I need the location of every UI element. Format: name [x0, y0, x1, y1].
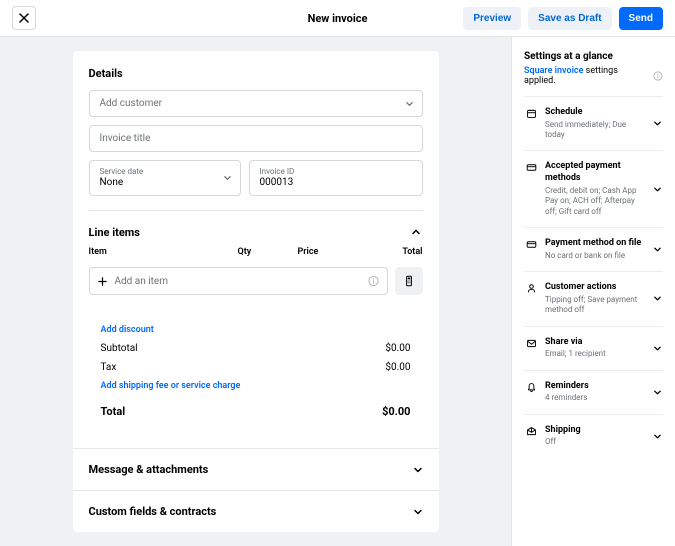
info-icon[interactable] [653, 71, 663, 81]
reminders-icon [524, 381, 538, 404]
invoice-id-field[interactable]: Invoice ID 000013 [249, 160, 423, 196]
glance-item-shipping[interactable]: ShippingOff [524, 414, 663, 458]
glance-desc: Tipping off; Save payment method off [545, 295, 644, 316]
custom-fields-section[interactable]: Custom fields & contracts [73, 490, 439, 532]
invoice-id-value: 000013 [260, 177, 294, 189]
invoice-card: Details Add customer Invoice title [73, 51, 439, 532]
details-section: Details Add customer Invoice title [73, 67, 439, 196]
glance-desc: Email; 1 recipient [545, 349, 644, 359]
plus-icon [98, 277, 107, 286]
service-date-field[interactable]: Service date None [89, 160, 241, 196]
customer-actions-icon [524, 282, 538, 315]
add-item-field[interactable]: Add an item [89, 267, 388, 295]
glance-item-share-via[interactable]: Share viaEmail; 1 recipient [524, 326, 663, 370]
line-items-section: Line items Item Qty Price Total Add an i… [73, 225, 439, 295]
details-title: Details [89, 67, 423, 80]
glance-label: Reminders [545, 381, 644, 393]
glance-item-schedule[interactable]: ScheduleSend immediately; Due today [524, 96, 663, 150]
settings-glance-panel: Settings at a glance Square invoice sett… [511, 37, 675, 546]
chevron-down-icon [651, 282, 663, 315]
glance-label: Customer actions [545, 282, 644, 294]
glance-item-payment-on-file[interactable]: Payment method on fileNo card or bank on… [524, 227, 663, 271]
share-via-icon [524, 337, 538, 360]
col-item: Item [89, 247, 238, 257]
save-draft-button[interactable]: Save as Draft [528, 7, 611, 30]
chevron-down-icon [651, 337, 663, 360]
chevron-down-icon [651, 425, 663, 448]
tax-value: $0.00 [385, 362, 410, 373]
chevron-down-icon [651, 238, 663, 261]
custom-fields-label: Custom fields & contracts [89, 505, 217, 518]
message-attachments-section[interactable]: Message & attachments [73, 448, 439, 490]
glance-desc: Off [545, 437, 644, 447]
chevron-down-icon [413, 465, 423, 475]
total-label: Total [101, 405, 126, 418]
invoice-title-field[interactable]: Invoice title [89, 125, 423, 152]
schedule-icon [524, 107, 538, 140]
add-shipping-link[interactable]: Add shipping fee or service charge [101, 381, 411, 391]
message-attachments-label: Message & attachments [89, 463, 209, 476]
glance-item-payment-methods[interactable]: Accepted payment methodsCredit, debit on… [524, 150, 663, 227]
payment-methods-icon [524, 161, 538, 217]
add-customer-placeholder: Add customer [100, 98, 163, 109]
preview-button[interactable]: Preview [463, 7, 521, 30]
divider [89, 210, 423, 211]
chevron-up-icon[interactable] [409, 225, 423, 239]
glance-sub-link[interactable]: Square invoice [524, 66, 583, 76]
service-date-value: None [100, 177, 124, 189]
shipping-icon [524, 425, 538, 448]
glance-label: Shipping [545, 425, 644, 437]
calculator-button[interactable] [395, 267, 423, 295]
chevron-down-icon [413, 507, 423, 517]
subtotal-value: $0.00 [385, 343, 410, 354]
glance-item-customer-actions[interactable]: Customer actionsTipping off; Save paymen… [524, 271, 663, 325]
chevron-down-icon [651, 381, 663, 404]
col-qty: Qty [238, 247, 298, 257]
glance-desc: Send immediately; Due today [545, 120, 644, 141]
glance-item-reminders[interactable]: Reminders4 reminders [524, 370, 663, 414]
chevron-down-icon [651, 107, 663, 140]
app-header: New invoice Preview Save as Draft Send [0, 0, 675, 37]
col-total: Total [368, 247, 423, 257]
glance-desc: Credit, debit on; Cash App Pay on; ACH o… [545, 186, 644, 217]
calculator-icon [403, 275, 415, 287]
glance-label: Share via [545, 337, 644, 349]
send-button[interactable]: Send [619, 7, 663, 30]
subtotal-label: Subtotal [101, 343, 138, 354]
payment-on-file-icon [524, 238, 538, 261]
col-price: Price [298, 247, 368, 257]
close-button[interactable] [12, 6, 36, 30]
tax-label: Tax [101, 362, 117, 373]
service-date-label: Service date [100, 167, 144, 177]
line-items-title: Line items [89, 226, 140, 239]
page-title: New invoice [308, 12, 368, 25]
glance-desc: No card or bank on file [545, 251, 644, 261]
add-discount-link[interactable]: Add discount [101, 325, 411, 335]
glance-label: Schedule [545, 107, 644, 119]
info-icon [368, 276, 379, 287]
chevron-down-icon [405, 99, 414, 108]
total-value: $0.00 [382, 405, 410, 418]
close-icon [19, 13, 29, 23]
invoice-title-placeholder: Invoice title [100, 133, 151, 144]
glance-label: Accepted payment methods [545, 161, 644, 184]
glance-desc: 4 reminders [545, 393, 644, 403]
add-item-placeholder: Add an item [115, 276, 169, 287]
totals-block: Add discount Subtotal $0.00 Tax $0.00 Ad… [89, 315, 423, 420]
chevron-down-icon [223, 174, 232, 183]
glance-title: Settings at a glance [524, 51, 663, 62]
glance-label: Payment method on file [545, 238, 644, 250]
invoice-id-label: Invoice ID [260, 167, 295, 177]
add-customer-field[interactable]: Add customer [89, 90, 423, 117]
line-items-header: Item Qty Price Total [89, 247, 423, 257]
chevron-down-icon [651, 161, 663, 217]
